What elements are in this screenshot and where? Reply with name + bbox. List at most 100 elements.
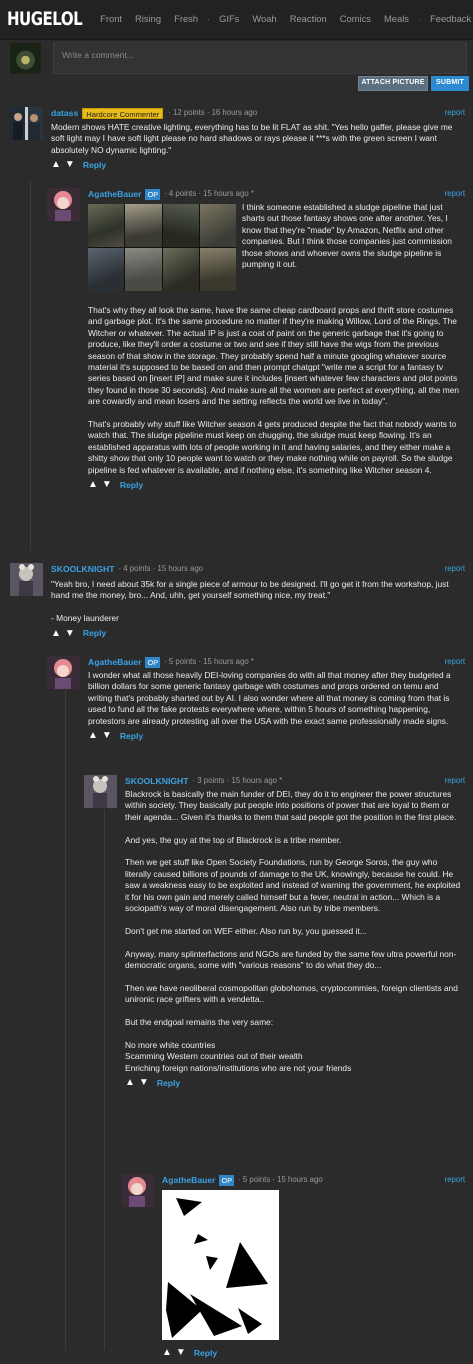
comment-composer: Write a comment...	[10, 42, 467, 74]
downvote-icon[interactable]: ▼	[65, 160, 75, 170]
avatar[interactable]	[47, 656, 80, 689]
op-badge: OP	[145, 656, 161, 668]
reply-button[interactable]: Reply	[83, 160, 106, 171]
knight-avatar-icon	[19, 564, 34, 596]
thread-rail	[65, 690, 66, 1350]
comment: SKOOLKNIGHT · 4 points · 15 hours ago re…	[10, 563, 465, 641]
avatar	[10, 43, 41, 74]
comment: AgatheBauer OP · 4 points · 15 hours ago…	[47, 188, 465, 492]
shattered-shapes-icon	[166, 1198, 268, 1338]
username[interactable]: AgatheBauer	[88, 189, 141, 200]
comment-text: But the endgoal remains the very same:	[125, 1017, 274, 1028]
report-link[interactable]: report	[445, 776, 465, 786]
hardcore-commenter-badge: Hardcore Commenter	[82, 107, 164, 119]
report-link[interactable]: report	[445, 189, 465, 199]
nav-fresh[interactable]: Fresh	[174, 13, 198, 25]
list-item: No more white countries	[125, 1039, 216, 1050]
downvote-icon[interactable]: ▼	[139, 1078, 149, 1088]
nav-rising[interactable]: Rising	[135, 13, 161, 25]
anime-avatar-icon	[54, 659, 72, 689]
avatar[interactable]	[10, 107, 43, 140]
attached-image-collage[interactable]	[88, 204, 236, 291]
comment: AgatheBauer OP · 5 points · 15 hours ago…	[47, 656, 465, 743]
comment-text: I wonder what all those heavily DEI-lovi…	[88, 670, 451, 726]
site-logo[interactable]: HUGELOL	[7, 8, 83, 32]
username[interactable]: datass	[51, 108, 78, 119]
comment-text: That's probably why stuff like Witcher s…	[88, 419, 457, 475]
comment-meta: · 5 points · 15 hours ago *	[164, 657, 254, 667]
thread-rail	[30, 180, 31, 550]
reply-button[interactable]: Reply	[83, 628, 106, 639]
avatar-figures-icon	[13, 113, 40, 140]
comment: datass Hardcore Commenter · 12 points · …	[10, 107, 465, 172]
comment-meta: · 4 points · 15 hours ago *	[164, 189, 254, 199]
image-tile	[88, 204, 125, 247]
upvote-icon[interactable]: ▲	[125, 1078, 135, 1088]
comment: AgatheBauer OP · 5 points · 15 hours ago…	[121, 1174, 465, 1360]
username[interactable]: SKOOLKNIGHT	[51, 564, 115, 575]
nav-woah[interactable]: Woah	[252, 13, 276, 25]
comment-meta: · 12 points · 16 hours ago	[168, 108, 258, 118]
nav-reaction[interactable]: Reaction	[290, 13, 327, 25]
nav-feedback[interactable]: Feedback	[430, 13, 471, 25]
username[interactable]: AgatheBauer	[88, 657, 141, 668]
anime-avatar-icon	[54, 191, 72, 221]
comment-text: - Money launderer	[51, 613, 119, 624]
image-tile	[162, 248, 199, 291]
avatar[interactable]	[10, 563, 43, 596]
report-link[interactable]: report	[445, 564, 465, 574]
report-link[interactable]: report	[445, 1175, 465, 1185]
submit-button[interactable]: SUBMIT	[431, 76, 469, 91]
upvote-icon[interactable]: ▲	[162, 1348, 172, 1358]
reply-button[interactable]: Reply	[157, 1078, 180, 1089]
report-link[interactable]: report	[445, 657, 465, 667]
report-link[interactable]: report	[445, 108, 465, 118]
comment-text: Then we get stuff like Open Society Foun…	[125, 857, 461, 914]
upvote-icon[interactable]: ▲	[88, 480, 98, 490]
avatar[interactable]	[84, 775, 117, 808]
nav-meals[interactable]: Meals	[384, 13, 409, 25]
comment-text: And yes, the guy at the top of Blackrock…	[125, 834, 342, 845]
nav-separator: ·	[418, 13, 421, 24]
op-badge: OP	[219, 1174, 235, 1186]
comment-input[interactable]: Write a comment...	[53, 42, 467, 74]
comment-text: Modern shows HATE creative lighting, eve…	[51, 122, 453, 155]
nav-separator: ·	[207, 13, 211, 24]
image-tile	[88, 248, 125, 291]
username[interactable]: SKOOLKNIGHT	[125, 776, 189, 787]
comment-meta: · 5 points · 15 hours ago	[238, 1175, 323, 1185]
list-item: Scamming Western countries out of their …	[125, 1051, 303, 1062]
downvote-icon[interactable]: ▼	[102, 480, 112, 490]
comment-text: "Yeah bro, I need about 35k for a single…	[51, 579, 449, 601]
reply-button[interactable]: Reply	[194, 1348, 217, 1359]
downvote-icon[interactable]: ▼	[176, 1348, 186, 1358]
top-nav: HUGELOL Front Rising Fresh · GIFs Woah R…	[0, 0, 473, 40]
image-tile	[125, 248, 162, 291]
nav-comics[interactable]: Comics	[340, 13, 371, 25]
reply-button[interactable]: Reply	[120, 480, 143, 491]
reply-button[interactable]: Reply	[120, 731, 143, 742]
comment-meta: · 4 points · 15 hours ago	[118, 564, 204, 574]
image-tile	[199, 248, 236, 291]
image-tile	[162, 204, 199, 247]
avatar[interactable]	[47, 188, 80, 221]
comment-text: Blackrock is basically the main funder o…	[125, 789, 457, 822]
comment-meta: · 3 points · 15 hours ago *	[192, 776, 283, 786]
attached-image[interactable]	[162, 1190, 279, 1340]
knight-avatar-icon	[93, 776, 108, 808]
upvote-icon[interactable]: ▲	[51, 628, 61, 639]
attach-picture-button[interactable]: ATTACH PICTURE	[358, 76, 428, 91]
comment: SKOOLKNIGHT · 3 points · 15 hours ago * …	[84, 775, 465, 1090]
avatar[interactable]	[121, 1174, 154, 1207]
comment-text: Then we have neoliberal cosmopolitan glo…	[125, 982, 458, 1005]
comment-text: That's why they all look the same, have …	[88, 305, 460, 407]
nav-gifs[interactable]: GIFs	[219, 13, 239, 25]
upvote-icon[interactable]: ▲	[88, 731, 98, 741]
anime-avatar-icon	[128, 1177, 146, 1207]
upvote-icon[interactable]: ▲	[51, 160, 61, 170]
nav-front[interactable]: Front	[100, 13, 122, 25]
downvote-icon[interactable]: ▼	[102, 731, 112, 741]
username[interactable]: AgatheBauer	[162, 1175, 215, 1186]
comment-text: Anyway, many splinterfactions and NGOs a…	[125, 948, 457, 971]
downvote-icon[interactable]: ▼	[65, 628, 75, 639]
